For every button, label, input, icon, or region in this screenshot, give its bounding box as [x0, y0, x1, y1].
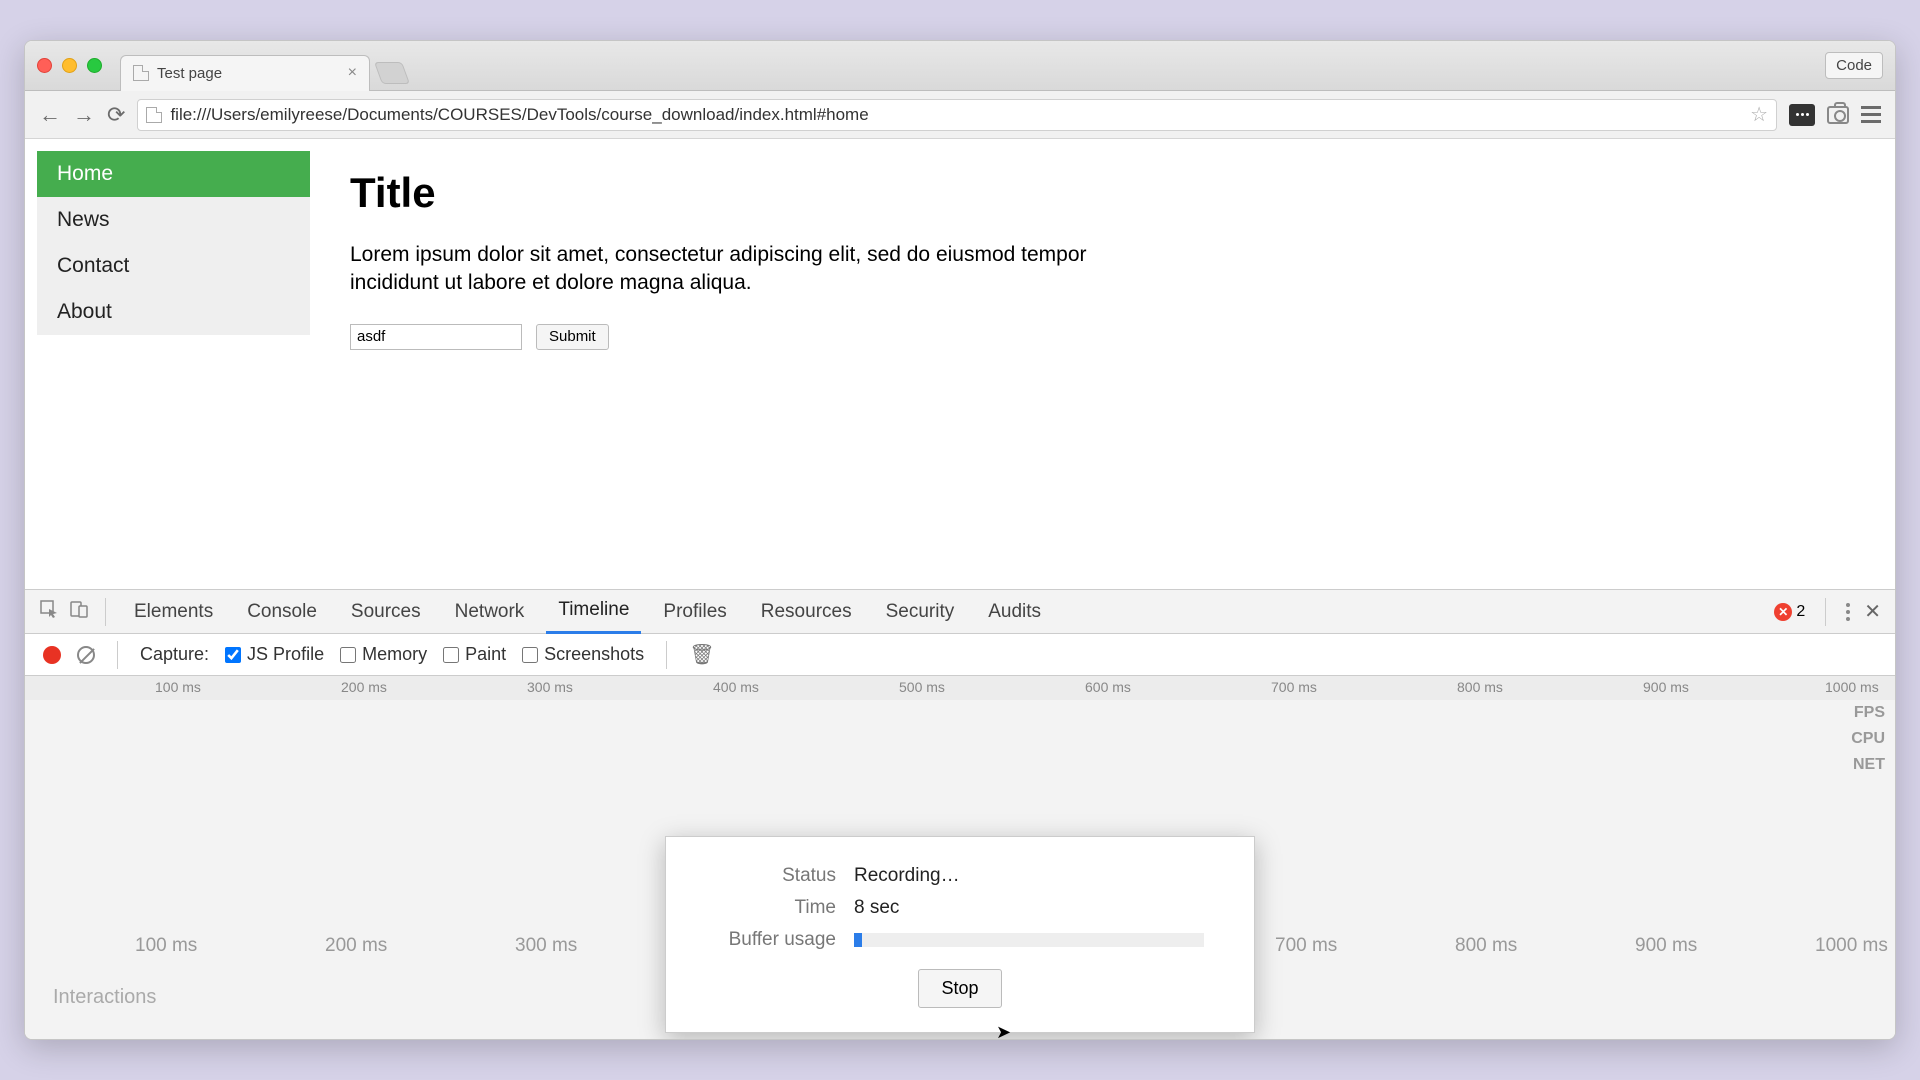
browser-window: Test page × Code ← → ⟳ file:///Users/emi…: [24, 40, 1896, 1040]
url-text: file:///Users/emilyreese/Documents/COURS…: [170, 105, 868, 125]
devtools-tabs: Elements Console Sources Network Timelin…: [25, 590, 1895, 634]
sidebar-item-label: Home: [57, 162, 113, 186]
error-icon: ✕: [1774, 603, 1792, 621]
back-button[interactable]: ←: [39, 102, 61, 128]
submit-button[interactable]: Submit: [536, 324, 609, 350]
interactions-label: Interactions: [53, 986, 156, 1009]
js-profile-checkbox[interactable]: JS Profile: [225, 644, 324, 665]
devtools-close-icon[interactable]: ✕: [1864, 599, 1881, 624]
capture-label: Capture:: [140, 644, 209, 665]
timeline-area: 100 ms 200 ms 300 ms 400 ms 500 ms 600 m…: [25, 676, 1895, 1039]
status-label: Status: [706, 865, 836, 887]
devtools-menu-icon[interactable]: [1846, 603, 1850, 621]
devtools-panel: Elements Console Sources Network Timelin…: [25, 589, 1895, 1039]
sidebar-nav: Home News Contact About: [25, 139, 310, 589]
page-title: Title: [350, 169, 1855, 217]
reload-button[interactable]: ⟳: [107, 102, 125, 128]
record-button[interactable]: [43, 646, 61, 664]
camera-icon[interactable]: [1827, 106, 1849, 124]
text-input[interactable]: [350, 324, 522, 350]
lane-fps: FPS: [1851, 704, 1885, 722]
paint-checkbox[interactable]: Paint: [443, 644, 506, 665]
minimize-window-button[interactable]: [62, 58, 77, 73]
page-content: Home News Contact About Title Lorem ipsu…: [25, 139, 1895, 589]
code-button[interactable]: Code: [1825, 52, 1883, 79]
tab-close-icon[interactable]: ×: [348, 64, 357, 82]
devtools-tab-audits[interactable]: Audits: [976, 590, 1053, 634]
devtools-tab-elements[interactable]: Elements: [122, 590, 225, 634]
devtools-tab-resources[interactable]: Resources: [749, 590, 864, 634]
sidebar-item-news[interactable]: News: [37, 197, 310, 243]
timeline-ruler-top: 100 ms 200 ms 300 ms 400 ms 500 ms 600 m…: [25, 676, 1895, 700]
lane-cpu: CPU: [1851, 730, 1885, 748]
separator: [1825, 598, 1826, 626]
devtools-tab-console[interactable]: Console: [235, 590, 329, 634]
error-count: 2: [1796, 603, 1805, 621]
form-row: Submit: [350, 324, 1855, 350]
separator: [105, 598, 106, 626]
buffer-progress-fill: [854, 933, 862, 947]
clear-button[interactable]: [77, 646, 95, 664]
browser-tab[interactable]: Test page ×: [120, 55, 370, 91]
timeline-toolbar: Capture: JS Profile Memory Paint Screens…: [25, 634, 1895, 676]
page-paragraph: Lorem ipsum dolor sit amet, consectetur …: [350, 241, 1140, 298]
error-badge[interactable]: ✕ 2: [1774, 603, 1805, 621]
sidebar-item-label: News: [57, 208, 110, 232]
traffic-lights: [37, 58, 102, 73]
sidebar-item-label: Contact: [57, 254, 129, 278]
sidebar-item-contact[interactable]: Contact: [37, 243, 310, 289]
main-content: Title Lorem ipsum dolor sit amet, consec…: [310, 139, 1895, 589]
url-field[interactable]: file:///Users/emilyreese/Documents/COURS…: [137, 99, 1777, 131]
close-window-button[interactable]: [37, 58, 52, 73]
separator: [666, 641, 667, 669]
buffer-progress: [854, 933, 1204, 947]
forward-button[interactable]: →: [73, 102, 95, 128]
time-value: 8 sec: [854, 897, 899, 919]
lane-net: NET: [1851, 756, 1885, 774]
sidebar-item-label: About: [57, 300, 112, 324]
stop-button[interactable]: Stop: [918, 969, 1001, 1008]
new-tab-button[interactable]: [374, 62, 410, 84]
devtools-tab-sources[interactable]: Sources: [339, 590, 433, 634]
sidebar-item-home[interactable]: Home: [37, 151, 310, 197]
status-value: Recording…: [854, 865, 960, 887]
devtools-tab-network[interactable]: Network: [443, 590, 537, 634]
page-icon: [133, 65, 149, 81]
url-bar: ← → ⟳ file:///Users/emilyreese/Documents…: [25, 91, 1895, 139]
time-label: Time: [706, 897, 836, 919]
recording-modal: Status Recording… Time 8 sec Buffer usag…: [665, 836, 1255, 1033]
buffer-label: Buffer usage: [706, 929, 836, 951]
trash-icon[interactable]: 🗑: [689, 642, 714, 667]
memory-checkbox[interactable]: Memory: [340, 644, 427, 665]
inspect-icon[interactable]: [39, 599, 59, 624]
maximize-window-button[interactable]: [87, 58, 102, 73]
menu-icon[interactable]: [1861, 106, 1881, 123]
timeline-lanes: FPS CPU NET: [1851, 704, 1885, 774]
screenshots-checkbox[interactable]: Screenshots: [522, 644, 644, 665]
devtools-tab-security[interactable]: Security: [874, 590, 967, 634]
tab-title: Test page: [157, 65, 222, 82]
separator: [117, 641, 118, 669]
devtools-tab-timeline[interactable]: Timeline: [546, 590, 641, 634]
cursor-icon: ➤: [996, 1022, 1011, 1040]
extension-icon[interactable]: [1789, 104, 1815, 126]
devtools-tab-profiles[interactable]: Profiles: [651, 590, 738, 634]
page-icon: [146, 107, 162, 123]
window-titlebar: Test page × Code: [25, 41, 1895, 91]
sidebar-item-about[interactable]: About: [37, 289, 310, 335]
bookmark-star-icon[interactable]: ☆: [1750, 102, 1768, 127]
device-mode-icon[interactable]: [69, 599, 89, 624]
